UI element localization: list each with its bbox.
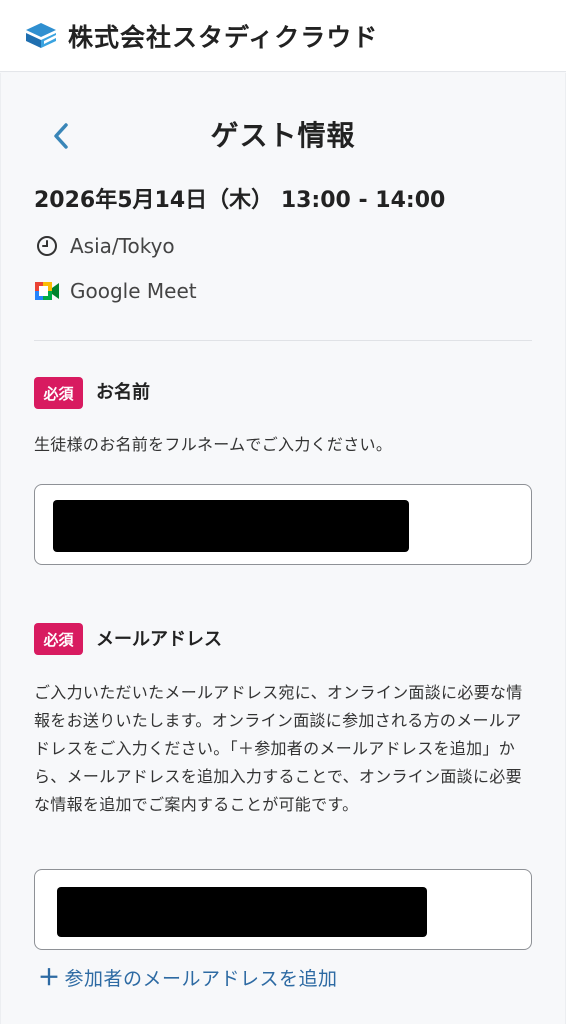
email-label: メールアドレス — [96, 629, 222, 650]
meeting-tool-text: Google Meet — [70, 279, 197, 303]
name-input[interactable] — [34, 484, 532, 565]
clock-icon — [34, 233, 60, 259]
company-logo — [26, 22, 56, 48]
redacted-email-value — [57, 887, 427, 937]
timezone-text: Asia/Tokyo — [70, 234, 175, 258]
google-meet-icon — [34, 278, 60, 304]
app-header: 株式会社スタディクラウド — [0, 0, 566, 72]
redacted-name-value — [53, 500, 409, 552]
email-input[interactable] — [34, 869, 532, 950]
name-required-badge: 必須 — [34, 377, 83, 409]
email-required-badge: 必須 — [34, 623, 83, 655]
name-help-text: 生徒様のお名前をフルネームでご入力ください。 — [34, 435, 393, 454]
company-name: 株式会社スタディクラウド — [68, 22, 379, 52]
section-divider — [34, 340, 532, 341]
timezone-row: Asia/Tokyo — [34, 231, 175, 261]
meeting-tool-row: Google Meet — [34, 276, 197, 306]
add-participant-label: 参加者のメールアドレスを追加 — [64, 968, 338, 990]
name-label: お名前 — [96, 382, 150, 403]
page-title: ゲスト情報 — [210, 119, 356, 152]
email-help-text: ご入力いただいたメールアドレス宛に、オンライン面談に必要な情報をお送りいたします… — [34, 683, 523, 814]
plus-icon: ＋ — [38, 966, 61, 991]
add-participant-email-link[interactable]: ＋ 参加者のメールアドレスを追加 — [38, 962, 338, 996]
event-datetime: 2026年5月14日（木） 13:00 - 14:00 — [34, 188, 446, 213]
